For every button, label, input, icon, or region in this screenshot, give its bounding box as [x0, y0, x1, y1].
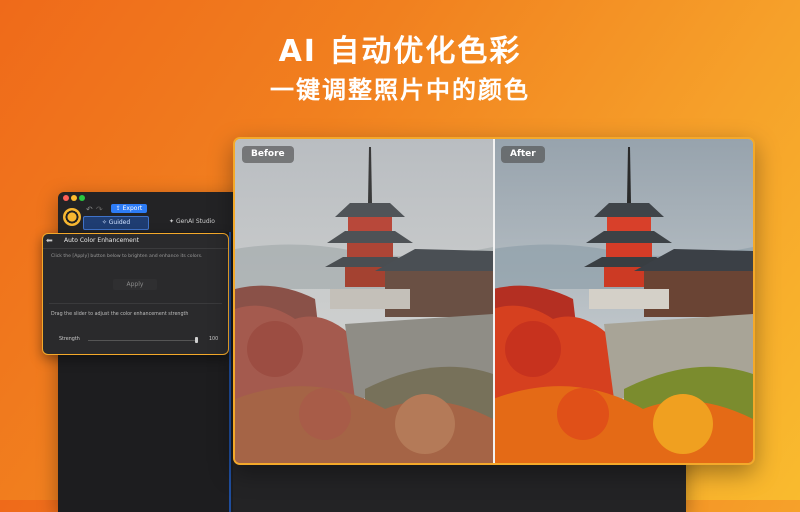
auto-color-panel: ⬅ Auto Color Enhancement Click the [Appl…	[42, 233, 229, 355]
wand-icon: ✧	[101, 219, 109, 226]
headline-title: AI 自动优化色彩	[278, 34, 522, 69]
window-titlebar	[58, 192, 233, 204]
sidebar-edge	[229, 232, 231, 512]
slider-hint: Drag the slider to adjust the color enha…	[51, 312, 189, 317]
before-photo	[235, 139, 493, 463]
export-button[interactable]: ⇪ Export	[111, 204, 147, 213]
panel-description: Click the [Apply] button below to bright…	[51, 254, 203, 259]
export-icon: ⇪	[115, 205, 123, 212]
panel-divider	[49, 303, 222, 304]
before-label: Before	[242, 146, 294, 163]
panel-title: Auto Color Enhancement	[64, 237, 139, 244]
redo-icon[interactable]: ↷	[96, 205, 103, 214]
zoom-window-button[interactable]	[79, 195, 85, 201]
export-label: Export	[122, 205, 143, 212]
tab-label: Guided	[108, 219, 131, 226]
strength-value: 100	[209, 337, 219, 342]
mode-tabs: ✧ Guided ✦ GenAI Studio	[83, 216, 233, 230]
app-logo	[63, 208, 81, 226]
apply-button[interactable]: Apply	[113, 279, 157, 290]
strength-slider[interactable]	[88, 337, 198, 343]
undo-icon[interactable]: ↶	[86, 205, 93, 214]
sparkle-icon: ✦	[169, 218, 176, 225]
tab-guided[interactable]: ✧ Guided	[83, 216, 149, 230]
strength-label: Strength	[59, 337, 80, 342]
compare-divider-handle[interactable]	[493, 139, 495, 463]
close-window-button[interactable]	[63, 195, 69, 201]
before-after-viewer[interactable]: Before After	[233, 137, 755, 465]
after-photo	[493, 139, 753, 463]
headline-subtitle: 一键调整照片中的颜色	[270, 76, 530, 104]
back-arrow-icon[interactable]: ⬅	[46, 236, 57, 245]
tab-genai-studio[interactable]: ✦ GenAI Studio	[157, 216, 227, 228]
after-label: After	[501, 146, 545, 163]
strength-slider-thumb[interactable]	[195, 337, 198, 343]
tab-label: GenAI Studio	[175, 218, 215, 225]
panel-header: ⬅ Auto Color Enhancement	[43, 234, 228, 249]
minimize-window-button[interactable]	[71, 195, 77, 201]
